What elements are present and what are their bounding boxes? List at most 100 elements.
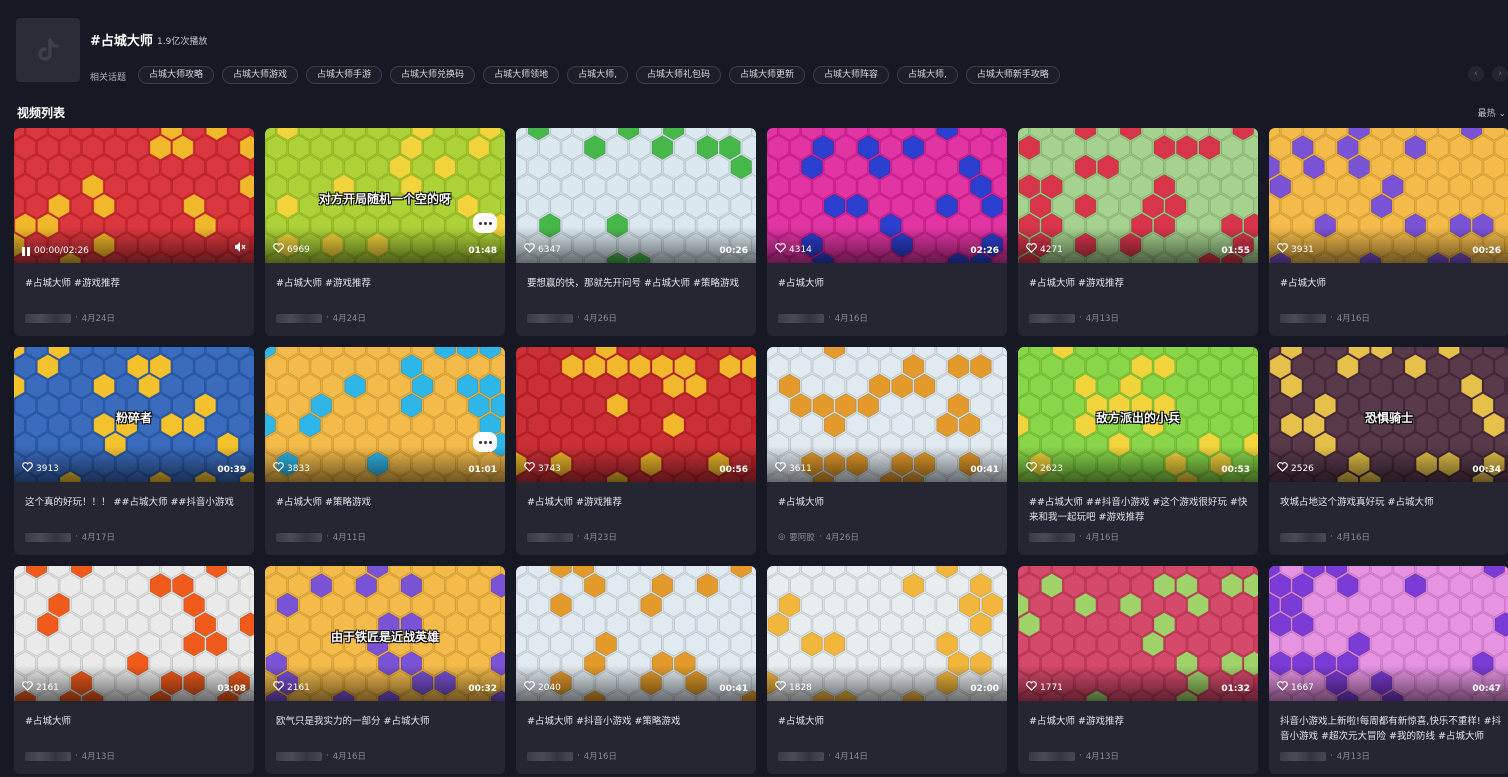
- video-thumbnail[interactable]: 3833 01:01: [265, 347, 505, 482]
- author-name-blurred[interactable]: [276, 313, 322, 323]
- video-caption[interactable]: #占城大师 #游戏推荐: [1029, 714, 1251, 729]
- chevron-right-icon[interactable]: ›: [1492, 66, 1508, 82]
- video-caption[interactable]: #占城大师 #抖音小游戏 #策略游戏: [527, 714, 749, 729]
- related-topic-tag[interactable]: 占城大师更新: [728, 66, 805, 84]
- video-caption[interactable]: #占城大师: [25, 714, 247, 729]
- author-name-blurred[interactable]: [527, 313, 573, 323]
- video-card[interactable]: 00:00/02:26 #占城大师 #游戏推荐 · 4月24日: [14, 128, 254, 336]
- video-thumbnail[interactable]: 4314 02:26: [767, 128, 1007, 263]
- related-topic-tag[interactable]: 占城大师游戏: [222, 66, 299, 84]
- video-thumbnail[interactable]: 3611 00:41: [767, 347, 1007, 482]
- video-thumbnail[interactable]: 6347 00:26: [516, 128, 756, 263]
- video-card[interactable]: 3743 00:56 #占城大师 #游戏推荐 · 4月23日: [516, 347, 756, 555]
- like-count-text: 4314: [789, 244, 812, 255]
- video-caption[interactable]: 欧气只是我实力的一部分 #占城大师: [276, 714, 498, 729]
- related-topic-tag[interactable]: 占城大师礼包码: [635, 66, 721, 84]
- related-topic-tag[interactable]: 占城大师领地: [483, 66, 560, 84]
- video-thumbnail[interactable]: 1771 01:32: [1018, 566, 1258, 701]
- related-topic-tag[interactable]: 占城大师阵容: [812, 66, 889, 84]
- video-caption[interactable]: #占城大师: [1280, 276, 1502, 291]
- author-name-blurred[interactable]: [25, 313, 71, 323]
- video-thumbnail[interactable]: 粉碎者 3913 00:39: [14, 347, 254, 482]
- video-caption[interactable]: 要想赢的快，那就先开问号 #占城大师 #策略游戏: [527, 276, 749, 291]
- author-name-blurred[interactable]: [276, 751, 322, 761]
- author-name-blurred[interactable]: [1029, 532, 1075, 542]
- video-thumbnail[interactable]: 2040 00:41: [516, 566, 756, 701]
- sort-dropdown[interactable]: 最热 ⌄: [1478, 106, 1506, 119]
- author-name-blurred[interactable]: [527, 532, 573, 542]
- video-meta: ◎ 要阿胶 · 4月26日: [778, 531, 859, 543]
- video-thumbnail[interactable]: 2161 03:08: [14, 566, 254, 701]
- related-topic-tag[interactable]: 占城大师兑换码: [390, 66, 476, 84]
- video-duration: 01:55: [1221, 246, 1250, 256]
- author-name-blurred[interactable]: [1029, 751, 1075, 761]
- video-card[interactable]: 粉碎者 3913 00:39 这个真的好玩！！！ ##占城大师 ##抖音小游戏 · 4月1…: [14, 347, 254, 555]
- mute-icon[interactable]: [234, 238, 246, 257]
- thumbnail-shade: [14, 227, 254, 263]
- video-thumbnail[interactable]: 4271 01:55: [1018, 128, 1258, 263]
- video-thumbnail[interactable]: 敌方派出的小兵 2623 00:53: [1018, 347, 1258, 482]
- like-count: 1828: [775, 681, 812, 694]
- video-caption[interactable]: #占城大师: [778, 276, 1000, 291]
- video-caption[interactable]: #占城大师 #游戏推荐: [1029, 276, 1251, 291]
- heart-icon: [775, 243, 786, 256]
- video-card[interactable]: 1828 02:00 #占城大师 · 4月14日: [767, 566, 1007, 774]
- video-card[interactable]: 对方开局随机一个空的呀 6969 01:48 #占城大师 #游戏推荐 · 4月24日: [265, 128, 505, 336]
- video-card[interactable]: 敌方派出的小兵 2623 00:53 ##占城大师 ##抖音小游戏 #这个游戏很好玩 …: [1018, 347, 1258, 555]
- author-name-blurred[interactable]: [276, 532, 322, 542]
- author-name-blurred[interactable]: [1280, 751, 1326, 761]
- video-caption[interactable]: #占城大师 #游戏推荐: [527, 495, 749, 510]
- video-thumbnail[interactable]: 1828 02:00: [767, 566, 1007, 701]
- video-meta: · 4月16日: [1280, 312, 1370, 324]
- video-card[interactable]: 由于铁匠是近战英雄 2161 00:32 欧气只是我实力的一部分 #占城大师 · 4月16…: [265, 566, 505, 774]
- video-thumbnail[interactable]: 对方开局随机一个空的呀 6969 01:48: [265, 128, 505, 263]
- video-thumbnail[interactable]: 3743 00:56: [516, 347, 756, 482]
- video-card[interactable]: 2161 03:08 #占城大师 · 4月13日: [14, 566, 254, 774]
- playback-controls: 00:00/02:26: [22, 246, 89, 256]
- video-thumbnail[interactable]: 1667 00:47: [1269, 566, 1508, 701]
- video-card[interactable]: 3931 00:26 #占城大师 · 4月16日: [1269, 128, 1508, 336]
- video-thumbnail[interactable]: 3931 00:26: [1269, 128, 1508, 263]
- video-caption[interactable]: #占城大师 #策略游戏: [276, 495, 498, 510]
- chevron-left-icon[interactable]: ‹: [1468, 66, 1484, 82]
- video-card[interactable]: 3611 00:41 #占城大师 ◎ 要阿胶 · 4月26日: [767, 347, 1007, 555]
- related-topic-tag[interactable]: 占城大师,: [567, 66, 628, 84]
- video-card[interactable]: 恐惧骑士 2526 00:34 攻城占地这个游戏真好玩 #占城大师 · 4月16日: [1269, 347, 1508, 555]
- video-thumbnail[interactable]: 恐惧骑士 2526 00:34: [1269, 347, 1508, 482]
- author-name[interactable]: 要阿胶: [789, 531, 815, 543]
- video-caption[interactable]: ##占城大师 ##抖音小游戏 #这个游戏很好玩 #快来和我一起玩吧 #游戏推荐: [1029, 495, 1251, 525]
- video-card[interactable]: 4314 02:26 #占城大师 · 4月16日: [767, 128, 1007, 336]
- video-thumbnail[interactable]: 00:00/02:26: [14, 128, 254, 263]
- video-card[interactable]: 1667 00:47 抖音小游戏上新啦!每周都有新惊喜,快乐不重样! #抖音小游戏 …: [1269, 566, 1508, 774]
- video-card[interactable]: 6347 00:26 要想赢的快，那就先开问号 #占城大师 #策略游戏 · 4月26日: [516, 128, 756, 336]
- author-name-blurred[interactable]: [1280, 313, 1326, 323]
- video-caption[interactable]: #占城大师 #游戏推荐: [276, 276, 498, 291]
- video-card[interactable]: 3833 01:01 #占城大师 #策略游戏 · 4月11日: [265, 347, 505, 555]
- author-name-blurred[interactable]: [1029, 313, 1075, 323]
- related-topic-tag[interactable]: 占城大师新手攻略: [965, 66, 1060, 84]
- author-name-blurred[interactable]: [778, 313, 824, 323]
- video-caption[interactable]: 攻城占地这个游戏真好玩 #占城大师: [1280, 495, 1502, 510]
- meta-separator: ·: [75, 751, 78, 761]
- video-caption[interactable]: 抖音小游戏上新啦!每周都有新惊喜,快乐不重样! #抖音小游戏 #超次元大冒险 #…: [1280, 714, 1502, 744]
- author-name-blurred[interactable]: [778, 751, 824, 761]
- publish-date: 4月13日: [1085, 752, 1119, 762]
- video-caption[interactable]: #占城大师: [778, 495, 1000, 510]
- related-topic-tag[interactable]: 占城大师攻略: [138, 66, 215, 84]
- video-thumbnail[interactable]: 由于铁匠是近战英雄 2161 00:32: [265, 566, 505, 701]
- video-card[interactable]: 4271 01:55 #占城大师 #游戏推荐 · 4月13日: [1018, 128, 1258, 336]
- author-name-blurred[interactable]: [527, 751, 573, 761]
- video-caption[interactable]: 这个真的好玩！！！ ##占城大师 ##抖音小游戏: [25, 495, 247, 510]
- video-caption[interactable]: #占城大师: [778, 714, 1000, 729]
- video-duration: 01:32: [1221, 684, 1250, 694]
- video-caption[interactable]: #占城大师 #游戏推荐: [25, 276, 247, 291]
- pause-icon[interactable]: [22, 246, 30, 256]
- video-card[interactable]: 1771 01:32 #占城大师 #游戏推荐 · 4月13日: [1018, 566, 1258, 774]
- video-card[interactable]: 2040 00:41 #占城大师 #抖音小游戏 #策略游戏 · 4月16日: [516, 566, 756, 774]
- author-name-blurred[interactable]: [25, 751, 71, 761]
- related-topic-tag[interactable]: 占城大师手游: [306, 66, 383, 84]
- author-name-blurred[interactable]: [25, 532, 71, 542]
- author-name-blurred[interactable]: [1280, 532, 1326, 542]
- publish-date: 4月16日: [834, 314, 868, 324]
- related-topic-tag[interactable]: 占城大师,: [897, 66, 958, 84]
